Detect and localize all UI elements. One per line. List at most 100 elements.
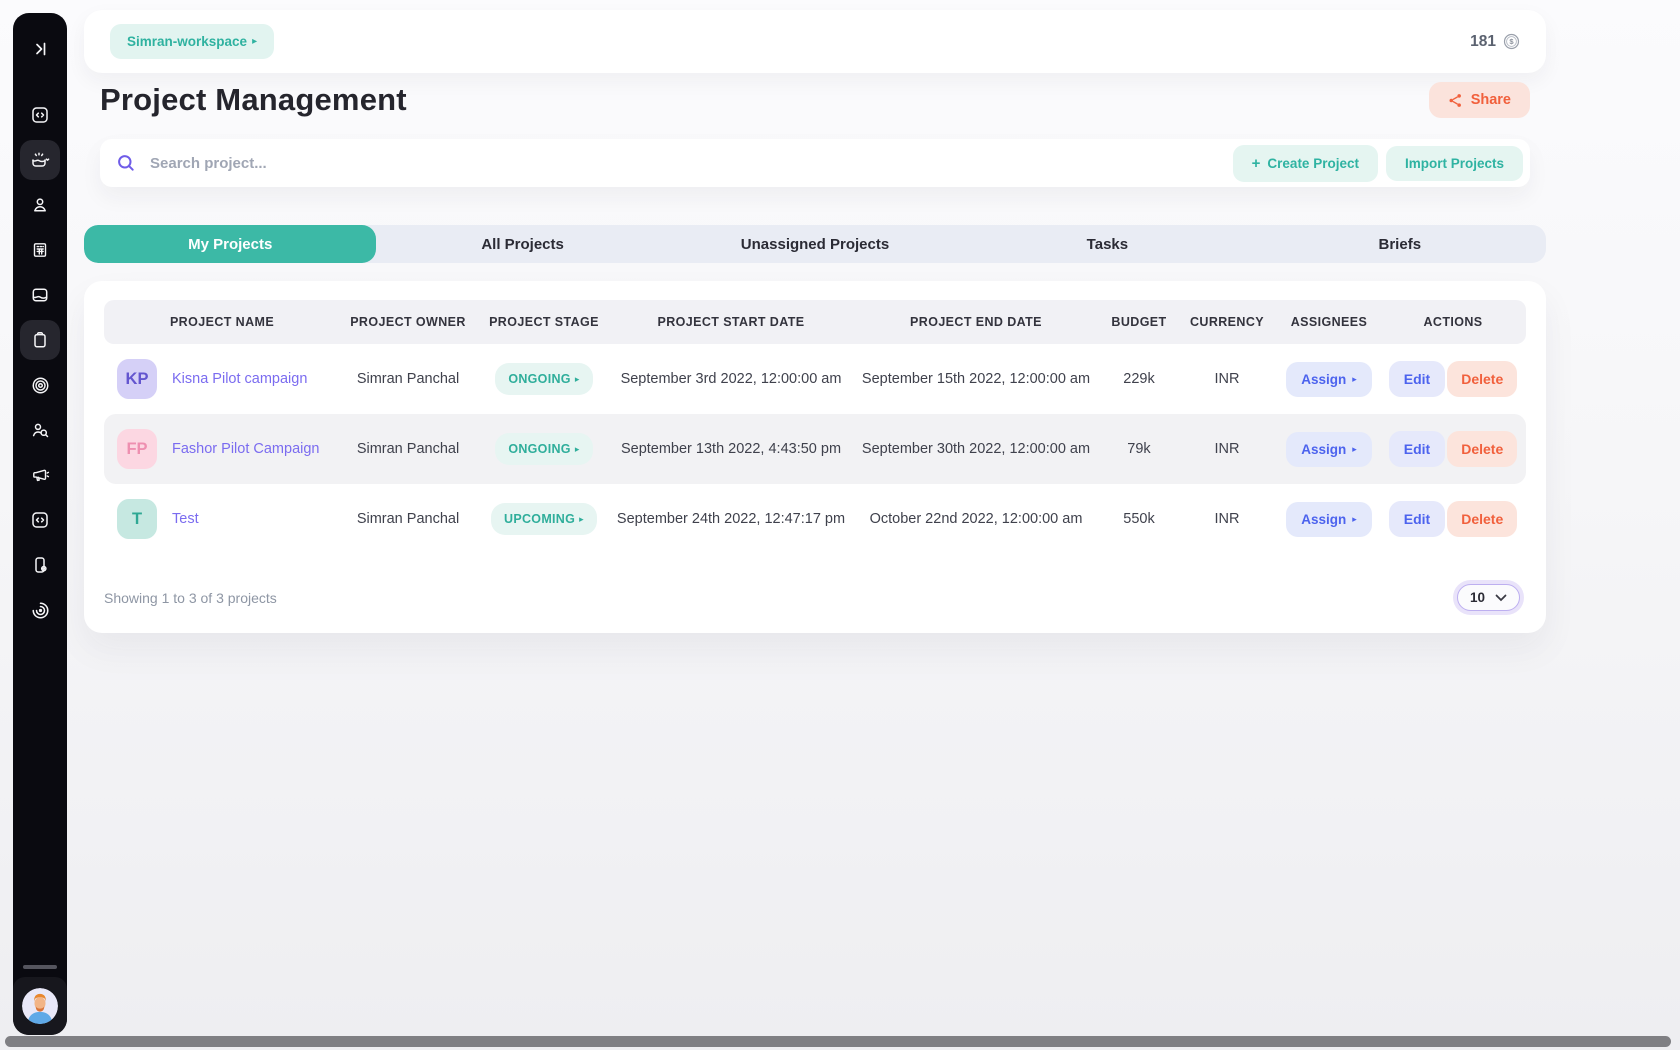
tab-briefs[interactable]: Briefs <box>1254 225 1546 263</box>
project-owner: Simran Panchal <box>356 371 460 387</box>
tab-unassigned-projects[interactable]: Unassigned Projects <box>669 225 961 263</box>
assign-label: Assign <box>1301 511 1347 527</box>
project-currency: INR <box>1214 441 1240 457</box>
sidebar-item-mobile-settings[interactable] <box>20 545 60 585</box>
edit-button[interactable]: Edit <box>1388 431 1446 467</box>
building-icon <box>33 243 47 257</box>
assign-button[interactable]: Assign ▸ <box>1286 361 1372 397</box>
project-tabs: My Projects All Projects Unassigned Proj… <box>84 225 1546 263</box>
chevron-right-icon: ▸ <box>252 36 258 47</box>
edit-button[interactable]: Edit <box>1388 501 1446 537</box>
project-budget: 229k <box>1123 371 1155 387</box>
column-header: PROJECT STAGE <box>489 315 599 329</box>
table-header-row: PROJECT NAME PROJECT OWNER PROJECT STAGE… <box>104 300 1526 344</box>
target-icon <box>32 377 48 393</box>
sidebar-item-find-people[interactable] <box>20 410 60 450</box>
project-avatar: T <box>117 499 157 539</box>
column-header: CURRENCY <box>1189 315 1265 329</box>
sidebar-item-profile[interactable] <box>20 185 60 225</box>
column-header: BUDGET <box>1111 315 1167 329</box>
project-owner: Simran Panchal <box>356 441 460 457</box>
sidebar-item-code[interactable] <box>20 95 60 135</box>
horizontal-scrollbar[interactable] <box>5 1036 1671 1047</box>
project-budget: 550k <box>1123 511 1155 527</box>
chevron-right-icon: ▸ <box>579 513 584 524</box>
search-input[interactable] <box>150 154 1225 172</box>
sidebar-item-campaigns[interactable] <box>20 455 60 495</box>
user-avatar[interactable] <box>22 988 58 1024</box>
delete-button[interactable]: Delete <box>1447 361 1518 397</box>
project-start-date: September 24th 2022, 12:47:17 pm <box>616 511 846 527</box>
sidebar-divider <box>23 965 57 969</box>
column-header: ACTIONS <box>1423 315 1483 329</box>
sidebar-item-embed[interactable] <box>20 500 60 540</box>
avatar-person-illustration <box>22 988 58 1024</box>
projects-table-card: PROJECT NAME PROJECT OWNER PROJECT STAGE… <box>84 281 1546 633</box>
project-budget: 79k <box>1127 441 1151 457</box>
project-stage-badge[interactable]: ONGOING ▸ <box>495 433 593 465</box>
project-currency: INR <box>1214 371 1240 387</box>
collapse-icon <box>36 42 46 56</box>
sidebar-bottom <box>13 965 67 1035</box>
share-label: Share <box>1470 92 1511 108</box>
column-header: PROJECT OWNER <box>350 315 466 329</box>
table-row: T Test Simran Panchal UPCOMING ▸ Septembe… <box>104 484 1526 554</box>
import-projects-button[interactable]: Import Projects <box>1385 145 1523 181</box>
sidebar-item-projects[interactable] <box>20 140 60 180</box>
plus-icon: + <box>1251 154 1261 172</box>
project-stage-badge[interactable]: UPCOMING ▸ <box>491 503 597 535</box>
assign-button[interactable]: Assign ▸ <box>1286 431 1372 467</box>
delete-button[interactable]: Delete <box>1447 501 1518 537</box>
sidebar-avatar-section <box>13 977 67 1035</box>
chevron-right-icon: ▸ <box>574 373 580 384</box>
import-projects-label: Import Projects <box>1404 155 1504 171</box>
edit-button[interactable]: Edit <box>1388 361 1446 397</box>
page-size-select[interactable]: 10 <box>1456 584 1520 611</box>
sidebar-nav <box>20 95 60 630</box>
table-footer: Showing 1 to 3 of 3 projects 10 <box>104 584 1526 611</box>
chevron-right-icon: ▸ <box>574 443 580 454</box>
svg-text:$: $ <box>1509 37 1514 46</box>
assign-label: Assign <box>1301 441 1347 457</box>
spiral-icon <box>31 601 48 618</box>
tab-all-projects[interactable]: All Projects <box>376 225 668 263</box>
share-button[interactable]: Share <box>1428 82 1530 118</box>
chevron-right-icon: ▸ <box>1352 373 1357 384</box>
sidebar-item-integrations[interactable] <box>20 590 60 630</box>
assign-button[interactable]: Assign ▸ <box>1286 501 1372 537</box>
project-stage-badge[interactable]: ONGOING ▸ <box>495 363 593 395</box>
sidebar-item-goals[interactable] <box>20 365 60 405</box>
page-size-value: 10 <box>1469 590 1485 605</box>
tab-tasks[interactable]: Tasks <box>961 225 1253 263</box>
column-header: PROJECT NAME <box>169 315 275 329</box>
clipboard-icon <box>34 332 46 348</box>
code-icon <box>32 512 48 528</box>
create-project-button[interactable]: + Create Project <box>1232 144 1378 182</box>
project-owner: Simran Panchal <box>356 511 460 527</box>
create-project-label: Create Project <box>1267 155 1359 171</box>
tab-my-projects[interactable]: My Projects <box>84 225 377 263</box>
delete-button[interactable]: Delete <box>1447 431 1518 467</box>
phone-gear-icon <box>35 557 47 573</box>
project-name-link[interactable]: Test <box>172 511 199 527</box>
sidebar-item-inbox[interactable] <box>20 275 60 315</box>
column-header: ASSIGNEES <box>1290 315 1368 329</box>
project-currency: INR <box>1214 511 1240 527</box>
sidebar-collapse-button[interactable] <box>20 29 60 69</box>
project-name-link[interactable]: Kisna Pilot campaign <box>172 371 307 387</box>
workspace-name: Simran-workspace <box>127 34 248 49</box>
tray-sparkle-icon <box>32 152 50 167</box>
project-name-link[interactable]: Fashor Pilot Campaign <box>172 441 320 457</box>
sidebar-item-project-management[interactable] <box>20 320 60 360</box>
workspace-badge[interactable]: Simran-workspace ▸ <box>110 24 275 59</box>
sidebar-item-organization[interactable] <box>20 230 60 270</box>
page-title: Project Management <box>100 82 407 117</box>
inbox-monitor-icon <box>32 288 48 302</box>
table-row: KP Kisna Pilot campaign Simran Panchal O… <box>104 344 1526 414</box>
top-bar: Simran-workspace ▸ 181 $ <box>84 10 1546 73</box>
search-toolbar: + Create Project Import Projects <box>100 139 1530 187</box>
credits-chip[interactable]: 181 $ <box>1470 33 1520 51</box>
stage-label: ONGOING <box>508 372 571 386</box>
chevron-right-icon: ▸ <box>1352 443 1357 454</box>
code-icon <box>32 107 48 123</box>
